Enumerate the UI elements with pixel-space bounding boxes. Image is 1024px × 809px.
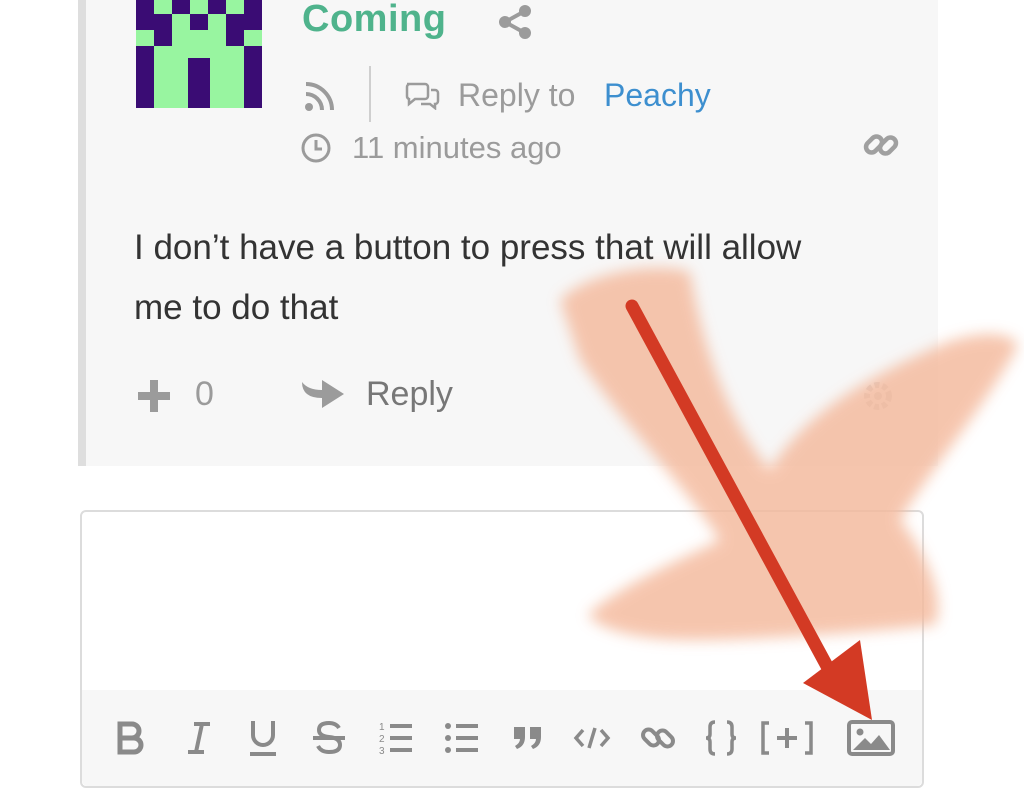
author-name[interactable]: Coming xyxy=(302,0,446,41)
link-icon[interactable] xyxy=(636,714,680,762)
svg-text:3: 3 xyxy=(379,746,385,757)
italic-icon[interactable] xyxy=(177,714,221,762)
rss-icon[interactable] xyxy=(304,82,336,112)
code-icon[interactable] xyxy=(570,714,614,762)
avatar[interactable] xyxy=(136,0,262,108)
reply-to-user-link[interactable]: Peachy xyxy=(604,77,711,114)
gear-icon[interactable] xyxy=(860,378,896,414)
underline-icon[interactable] xyxy=(241,714,285,762)
image-icon[interactable] xyxy=(844,714,898,762)
strikethrough-icon[interactable] xyxy=(307,714,351,762)
comment-editor: 123 xyxy=(80,510,924,788)
svg-text:2: 2 xyxy=(379,734,385,745)
code-block-icon[interactable] xyxy=(699,714,743,762)
editor-toolbar: 123 xyxy=(82,690,922,786)
meta-divider xyxy=(369,66,371,122)
reply-to-label: Reply to xyxy=(458,77,576,113)
permalink-icon[interactable] xyxy=(862,126,900,164)
comment-timestamp[interactable]: 11 minutes ago xyxy=(352,130,562,166)
spoiler-icon[interactable] xyxy=(757,714,817,762)
bold-icon[interactable] xyxy=(109,714,153,762)
share-icon[interactable] xyxy=(498,4,532,40)
blockquote-icon[interactable] xyxy=(506,714,550,762)
ordered-list-icon[interactable]: 123 xyxy=(374,714,418,762)
comment-body: I don’t have a button to press that will… xyxy=(134,228,802,327)
unordered-list-icon[interactable] xyxy=(440,714,484,762)
comment-textarea[interactable] xyxy=(82,512,922,690)
clock-icon xyxy=(301,133,331,163)
vote-count: 0 xyxy=(195,375,214,413)
svg-text:1: 1 xyxy=(379,722,385,733)
upvote-plus-icon[interactable] xyxy=(136,378,172,414)
reply-button[interactable]: Reply xyxy=(366,375,453,414)
comments-icon xyxy=(405,82,440,110)
reply-arrow-icon[interactable] xyxy=(300,374,346,412)
